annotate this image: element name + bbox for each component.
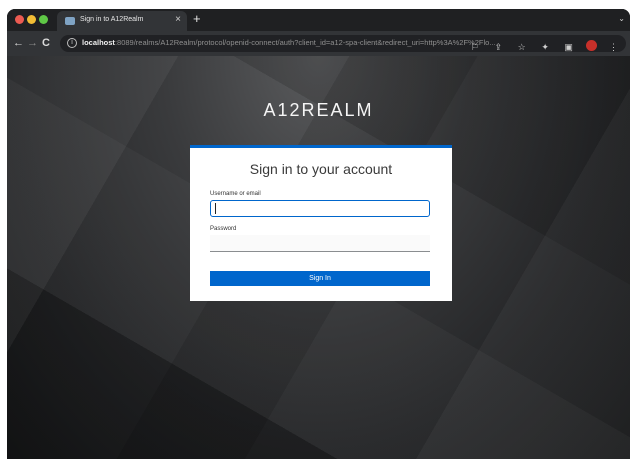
reload-button[interactable]: C (42, 36, 50, 50)
browser-toolbar: ← → C i localhost:8089/realms/A12Realm/p… (7, 31, 630, 56)
forward-button[interactable]: → (27, 36, 38, 50)
text-cursor (215, 203, 216, 214)
profile-extension-icon[interactable] (585, 40, 597, 52)
browser-tab[interactable]: Sign in to A12Realm × (57, 11, 187, 31)
realm-title: A12REALM (263, 100, 374, 120)
password-input[interactable] (210, 235, 430, 252)
close-window-button[interactable] (15, 15, 24, 24)
tab-search-icon[interactable]: ⌄ (618, 14, 625, 23)
keycloak-favicon-icon (65, 17, 75, 25)
new-tab-button[interactable]: + (193, 12, 201, 26)
tab-strip: Sign in to A12Realm × + ⌄ (7, 9, 630, 31)
back-button[interactable]: ← (13, 36, 24, 50)
password-label: Password (210, 226, 237, 232)
login-page: A12REALM Sign in to your account Usernam… (7, 56, 630, 459)
browser-menu-icon[interactable]: ⋮ (607, 41, 620, 54)
login-card: Sign in to your account Username or emai… (190, 145, 452, 301)
share-icon[interactable]: ⇪ (492, 41, 505, 54)
browser-window: Sign in to A12Realm × + ⌄ ← → C i localh… (7, 9, 630, 459)
side-panel-icon[interactable]: ▣ (562, 41, 575, 54)
minimize-window-button[interactable] (27, 15, 36, 24)
extensions-puzzle-icon[interactable]: ✦ (539, 41, 552, 54)
fullscreen-window-button[interactable] (39, 15, 48, 24)
sign-in-button[interactable]: Sign In (210, 271, 430, 286)
close-tab-icon[interactable]: × (175, 14, 181, 26)
address-bar[interactable]: i localhost:8089/realms/A12Realm/protoco… (60, 35, 626, 52)
url-host: localhost (82, 38, 115, 47)
translate-icon[interactable]: ⚐ (468, 41, 481, 54)
username-label: Username or email (210, 191, 261, 197)
username-input[interactable] (210, 200, 430, 217)
url-path: :8089/realms/A12Realm/protocol/openid-co… (114, 38, 496, 47)
address-bar-actions: ⚐ ⇪ ☆ ✦ ▣ ⋮ (462, 37, 620, 52)
tab-title: Sign in to A12Realm (80, 16, 144, 23)
login-heading: Sign in to your account (249, 161, 393, 177)
bookmark-star-icon[interactable]: ☆ (515, 41, 528, 54)
site-info-icon[interactable]: i (67, 38, 77, 48)
